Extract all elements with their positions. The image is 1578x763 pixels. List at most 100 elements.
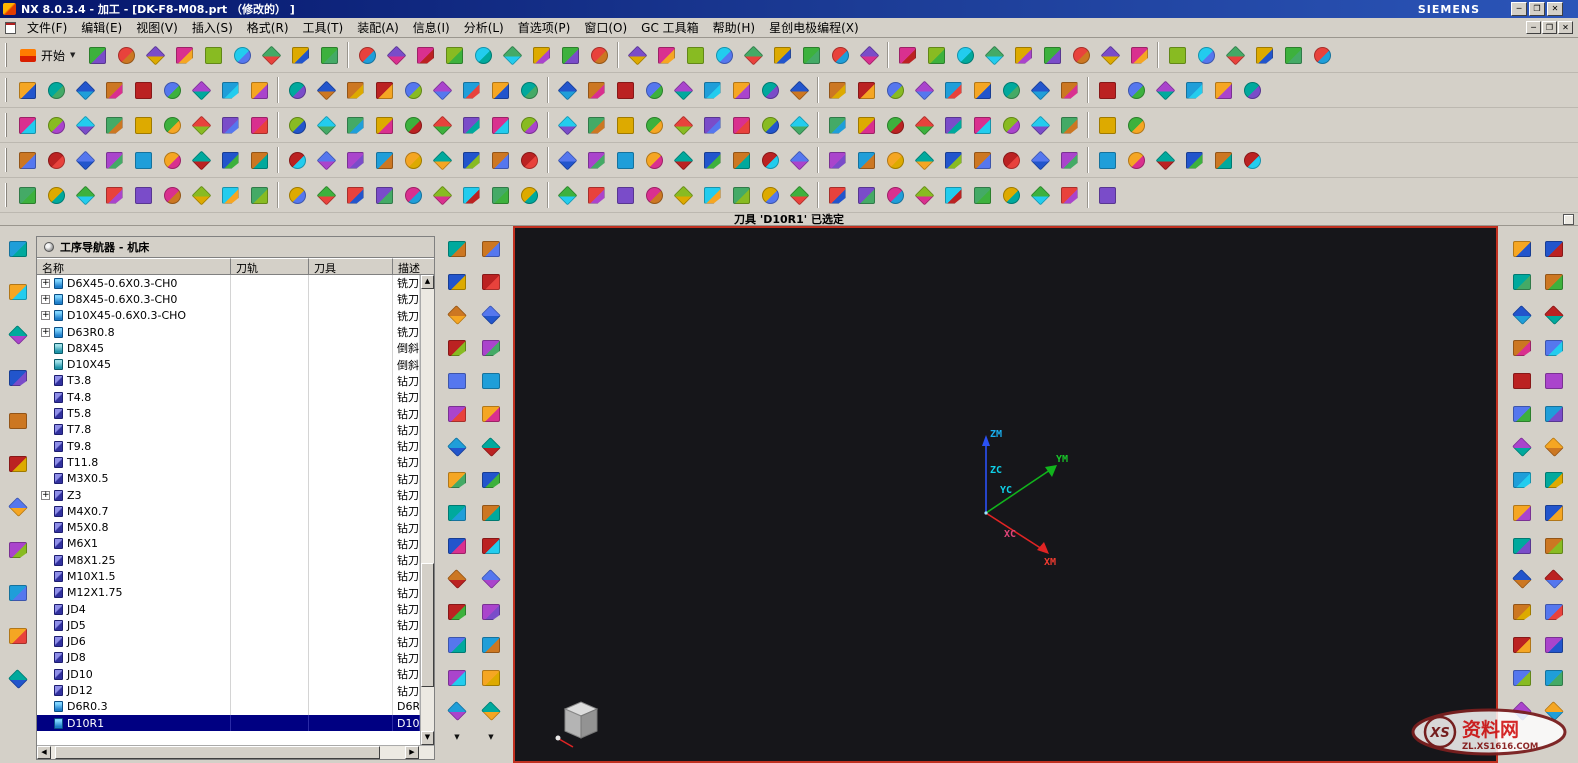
side-toolbar-icon[interactable] (1540, 566, 1568, 592)
toolbar-icon[interactable] (910, 181, 938, 209)
toolbar-icon[interactable] (283, 181, 311, 209)
side-toolbar-icon[interactable] (477, 599, 505, 625)
side-toolbar-icon[interactable] (477, 665, 505, 691)
toolbar-icon[interactable] (968, 111, 996, 139)
table-row[interactable]: M3X0.5钻刀 (37, 471, 420, 487)
scroll-track[interactable] (421, 289, 434, 731)
toolbar-icon[interactable] (100, 111, 128, 139)
toolbar-icon[interactable] (428, 111, 456, 139)
toolbar-icon[interactable] (1122, 111, 1150, 139)
toolbar-icon[interactable] (440, 41, 468, 69)
menu-item[interactable]: 分析(L) (457, 17, 511, 38)
toolbar-icon[interactable] (582, 111, 610, 139)
toolbar-icon[interactable] (245, 181, 273, 209)
toolbar-icon[interactable] (1151, 146, 1179, 174)
menu-item[interactable]: 信息(I) (406, 17, 457, 38)
table-row[interactable]: JD6钻刀 (37, 634, 420, 650)
toolbar-icon[interactable] (1026, 181, 1054, 209)
toolbar-icon[interactable] (129, 111, 157, 139)
table-row[interactable]: +D10X45-0.6X0.3-CHO铣刀 (37, 308, 420, 324)
table-row[interactable]: +D8X45-0.6X0.3-CH0铣刀 (37, 291, 420, 307)
toolbar-icon[interactable] (727, 76, 755, 104)
toolbar-icon[interactable] (341, 181, 369, 209)
doc-restore-button[interactable]: ❐ (1542, 21, 1557, 34)
table-row[interactable]: M6X1钻刀 (37, 536, 420, 552)
toolbar-icon[interactable] (1026, 146, 1054, 174)
toolbar-icon[interactable] (283, 111, 311, 139)
toolbar-icon[interactable] (428, 181, 456, 209)
toolbar-icon[interactable] (411, 41, 439, 69)
table-row[interactable]: M5X0.8钻刀 (37, 519, 420, 535)
side-toolbar-icon[interactable] (1540, 533, 1568, 559)
toolbar-icon[interactable] (257, 41, 285, 69)
table-row[interactable]: JD10钻刀 (37, 666, 420, 682)
hscroll-track[interactable] (51, 746, 405, 759)
side-toolbar-icon[interactable] (1540, 500, 1568, 526)
more-tools-icon[interactable]: ▼ (454, 733, 459, 741)
toolbar-icon[interactable] (698, 76, 726, 104)
table-row[interactable]: JD5钻刀 (37, 617, 420, 633)
toolbar-icon[interactable] (515, 76, 543, 104)
toolbar-icon[interactable] (42, 181, 70, 209)
menu-item[interactable]: 装配(A) (350, 17, 406, 38)
toolbar-icon[interactable] (997, 76, 1025, 104)
toolbar-icon[interactable] (158, 111, 186, 139)
toolbar-icon[interactable] (100, 146, 128, 174)
toolbar-icon[interactable] (1122, 146, 1150, 174)
toolbar-icon[interactable] (1125, 41, 1153, 69)
side-toolbar-icon[interactable] (4, 408, 32, 434)
table-row[interactable]: D10R1D10 (37, 715, 420, 731)
toolbar-icon[interactable] (1026, 76, 1054, 104)
side-toolbar-icon[interactable] (477, 335, 505, 361)
toolbar-grip-handle[interactable] (5, 78, 9, 102)
side-toolbar-icon[interactable] (1540, 401, 1568, 427)
toolbar-icon[interactable] (852, 146, 880, 174)
toolbar-icon[interactable] (1192, 41, 1220, 69)
side-toolbar-icon[interactable] (4, 322, 32, 348)
toolbar-icon[interactable] (486, 181, 514, 209)
toolbar-icon[interactable] (370, 76, 398, 104)
side-toolbar-icon[interactable] (443, 335, 471, 361)
toolbar-icon[interactable] (1055, 146, 1083, 174)
expand-icon[interactable]: + (41, 491, 50, 500)
toolbar-icon[interactable] (881, 76, 909, 104)
side-toolbar-icon[interactable] (1540, 599, 1568, 625)
toolbar-icon[interactable] (939, 76, 967, 104)
toolbar-icon[interactable] (1093, 146, 1121, 174)
menu-item[interactable]: 编辑(E) (74, 17, 129, 38)
toolbar-icon[interactable] (283, 146, 311, 174)
toolbar-icon[interactable] (515, 181, 543, 209)
toolbar-icon[interactable] (457, 111, 485, 139)
scroll-left-icon[interactable]: ◀ (37, 746, 51, 759)
side-toolbar-icon[interactable] (477, 434, 505, 460)
toolbar-icon[interactable] (527, 41, 555, 69)
side-toolbar-icon[interactable] (1508, 665, 1536, 691)
side-toolbar-icon[interactable] (477, 368, 505, 394)
doc-minimize-button[interactable]: ─ (1526, 21, 1541, 34)
toolbar-icon[interactable] (187, 111, 215, 139)
toolbar-icon[interactable] (112, 41, 140, 69)
toolbar-icon[interactable] (922, 41, 950, 69)
side-toolbar-icon[interactable] (4, 537, 32, 563)
toolbar-icon[interactable] (968, 146, 996, 174)
toolbar-icon[interactable] (1209, 76, 1237, 104)
toolbar-icon[interactable] (315, 41, 343, 69)
toolbar-icon[interactable] (13, 111, 41, 139)
side-toolbar-icon[interactable] (1508, 335, 1536, 361)
doc-close-button[interactable]: ✕ (1558, 21, 1573, 34)
toolbar-icon[interactable] (611, 111, 639, 139)
toolbar-grip-handle[interactable] (5, 113, 9, 137)
side-toolbar-icon[interactable] (443, 566, 471, 592)
toolbar-icon[interactable] (469, 41, 497, 69)
toolbar-icon[interactable] (881, 146, 909, 174)
side-toolbar-icon[interactable] (443, 599, 471, 625)
toolbar-icon[interactable] (158, 146, 186, 174)
graphics-viewport[interactable]: ZM YM XM ZC YC XC (513, 226, 1498, 763)
toolbar-icon[interactable] (1009, 41, 1037, 69)
toolbar-icon[interactable] (13, 181, 41, 209)
toolbar-icon[interactable] (13, 76, 41, 104)
side-toolbar-icon[interactable] (1540, 335, 1568, 361)
toolbar-icon[interactable] (640, 181, 668, 209)
side-toolbar-icon[interactable] (1508, 500, 1536, 526)
side-toolbar-icon[interactable] (1508, 368, 1536, 394)
